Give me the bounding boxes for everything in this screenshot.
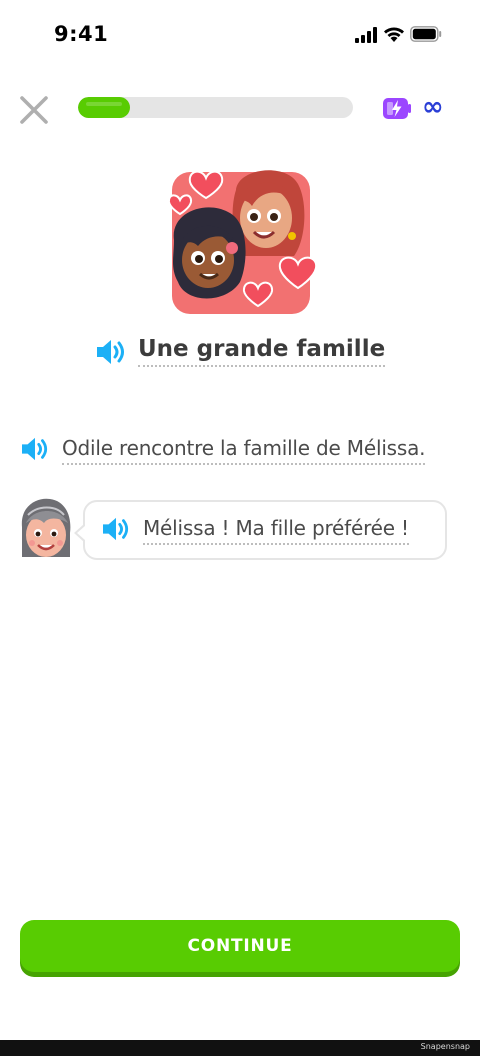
speaker-icon[interactable]: [101, 516, 131, 542]
status-time: 9:41: [54, 22, 109, 46]
story-title[interactable]: Une grande famille: [138, 336, 386, 367]
speaker-icon[interactable]: [95, 338, 127, 366]
battery-icon: [410, 26, 442, 42]
grandmother-avatar: [21, 498, 71, 557]
narration-text[interactable]: Odile rencontre la famille de Mélissa.: [62, 436, 426, 465]
watermark: Snapensnap: [420, 1042, 470, 1051]
close-icon[interactable]: [18, 94, 50, 126]
story-title-row: Une grande famille: [0, 334, 480, 374]
lesson-progress-fill: [78, 97, 131, 118]
energy-count: ∞: [422, 92, 444, 122]
status-bar: 9:41: [0, 0, 480, 70]
cellular-signal-icon: [355, 27, 377, 43]
lesson-progress-bar: [78, 97, 353, 118]
continue-button[interactable]: CONTINUE: [20, 920, 460, 972]
wifi-icon: [384, 27, 404, 42]
narration-line: Odile rencontre la famille de Mélissa.: [0, 432, 480, 468]
dialogue-text[interactable]: Mélissa ! Ma fille préférée !: [143, 516, 409, 545]
dialogue-bubble: Mélissa ! Ma fille préférée !: [74, 500, 447, 560]
energy-battery-icon[interactable]: [382, 97, 412, 120]
bottom-strip: Snapensnap: [0, 1040, 480, 1056]
story-illustration: [167, 170, 318, 314]
speaker-icon[interactable]: [20, 436, 50, 462]
